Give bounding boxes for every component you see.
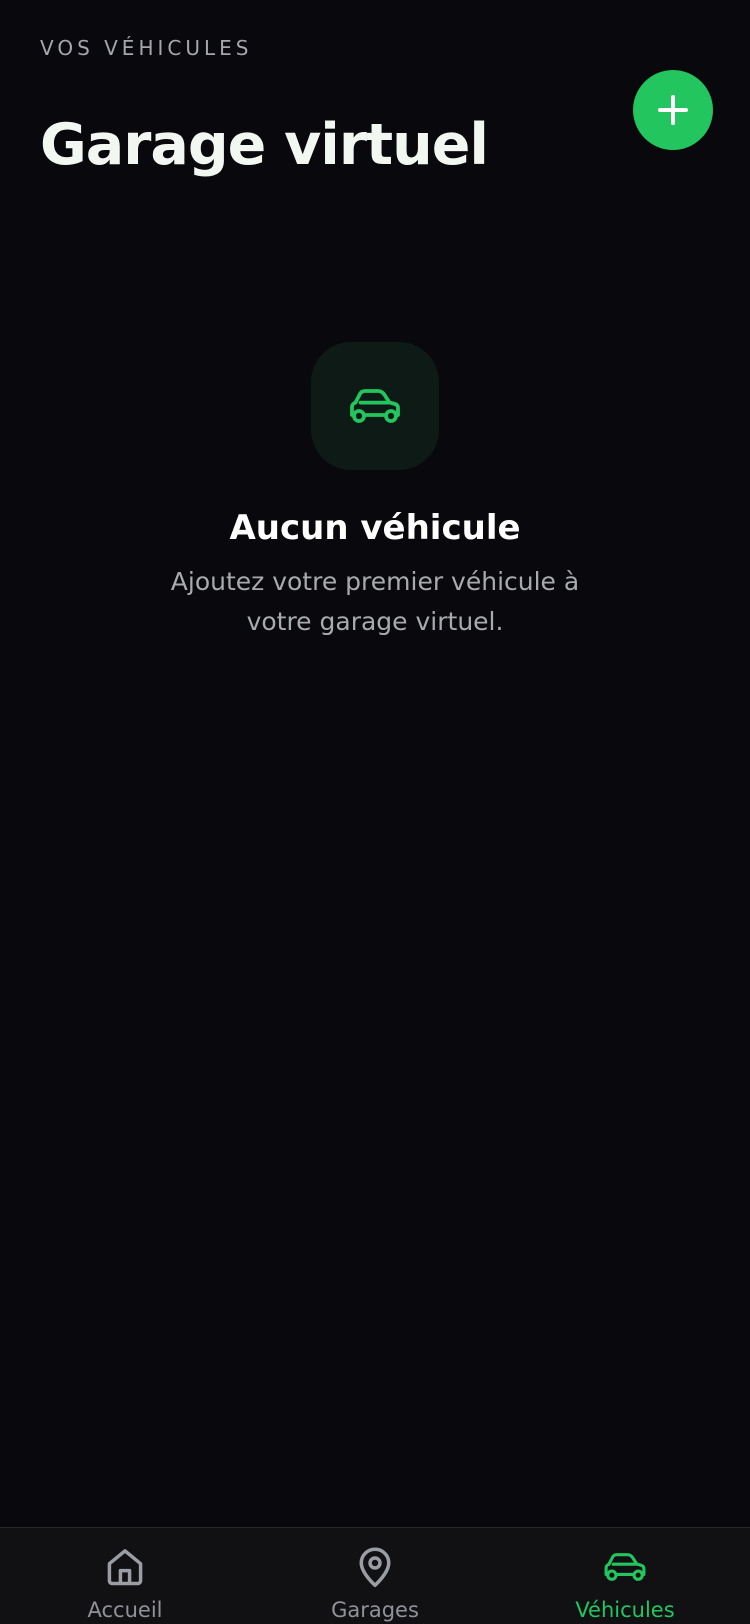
page-title: Garage virtuel	[40, 112, 489, 179]
plus-icon	[658, 95, 688, 125]
tab-label: Accueil	[87, 1598, 163, 1622]
tab-accueil[interactable]: Accueil	[0, 1528, 250, 1624]
empty-state-title: Aucun véhicule	[229, 508, 521, 548]
tab-vehicules[interactable]: Véhicules	[500, 1528, 750, 1624]
car-icon	[604, 1553, 646, 1581]
home-icon	[107, 1549, 143, 1586]
empty-state-icon-tile	[311, 342, 439, 470]
empty-state: Aucun véhicule Ajoutez votre premier véh…	[0, 342, 750, 642]
add-vehicle-button[interactable]	[633, 70, 713, 150]
bottom-tab-bar: Accueil Garages Véhicules	[0, 1527, 750, 1624]
map-pin-icon	[359, 1547, 391, 1588]
tab-label: Garages	[331, 1598, 419, 1622]
empty-state-description: Ajoutez votre premier véhicule à votre g…	[170, 567, 580, 636]
page-header: VOS VÉHICULES Garage virtuel	[40, 32, 713, 178]
section-eyebrow: VOS VÉHICULES	[40, 36, 253, 60]
tab-garages[interactable]: Garages	[250, 1528, 500, 1624]
tab-label: Véhicules	[575, 1598, 675, 1622]
car-icon	[350, 389, 400, 423]
